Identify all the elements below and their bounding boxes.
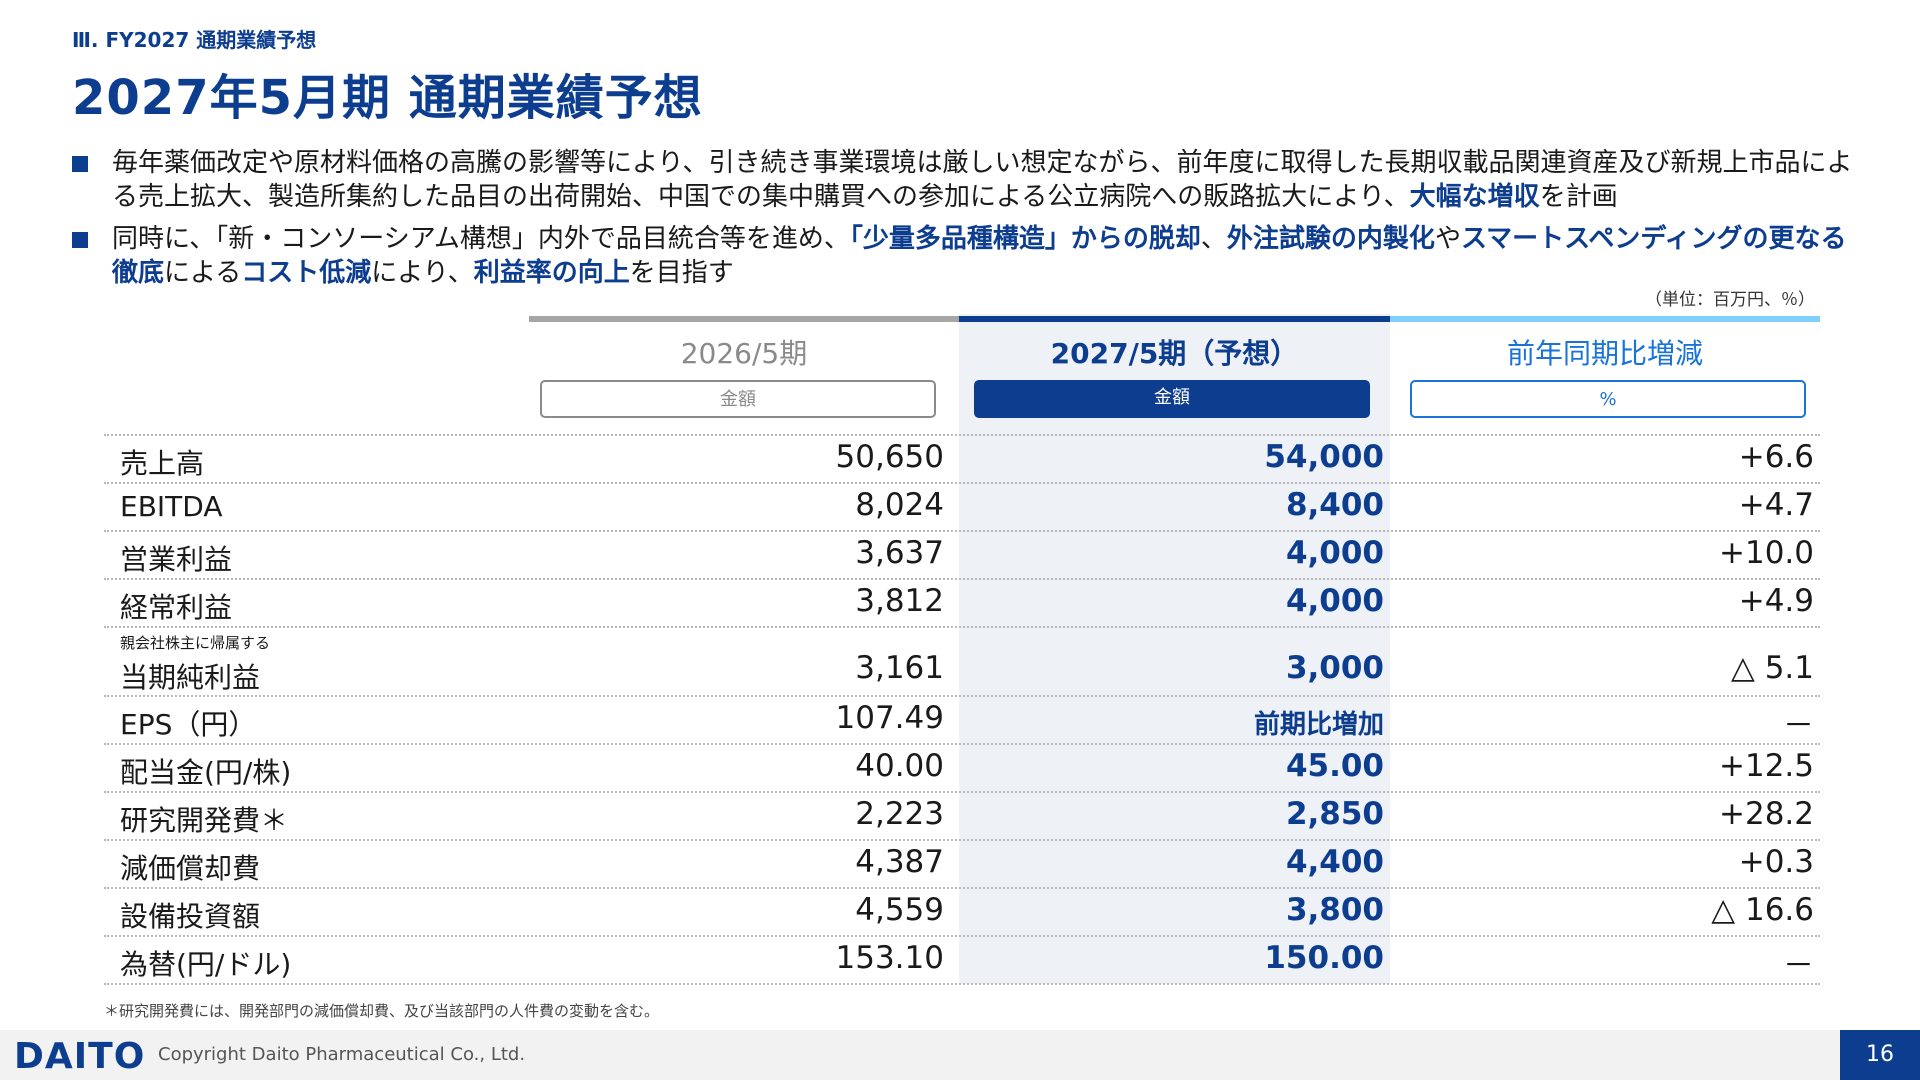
value-prev: 4,387 — [855, 844, 944, 880]
value-prev: 107.49 — [835, 700, 944, 736]
column-header-change: 前年同期比増減 — [1506, 337, 1703, 370]
value-forecast: 4,000 — [1285, 583, 1384, 619]
value-change: △ 5.1 — [1731, 650, 1814, 686]
value-forecast: 4,000 — [1285, 535, 1384, 571]
value-prev: 4,559 — [855, 892, 944, 928]
value-prev: 3,812 — [855, 583, 944, 619]
value-change: +12.5 — [1719, 748, 1814, 784]
pill-percent-change: % — [1410, 380, 1806, 418]
daito-logo: DAITO — [14, 1036, 146, 1077]
value-change: +4.9 — [1738, 583, 1814, 619]
bullet-list: 毎年薬価改定や原材料価格の高騰の影響等により、引き続き事業環境は厳しい想定ながら… — [72, 146, 1862, 298]
row-label: 為替(円/ドル) — [120, 948, 292, 981]
value-change: △ 16.6 — [1711, 892, 1814, 928]
value-forecast: 4,400 — [1285, 844, 1384, 880]
table-row: EPS（円） 107.49 前期比増加 － — [104, 697, 1820, 745]
table-row: 売上高 50,650 54,000 +6.6 — [104, 436, 1820, 484]
value-change: － — [1783, 708, 1814, 744]
table-row: 配当金(円/株) 40.00 45.00 +12.5 — [104, 745, 1820, 793]
column-header-forecast: 2027/5期（予想） — [1050, 337, 1299, 370]
column-bar-prev — [529, 316, 959, 322]
table-row: 設備投資額 4,559 3,800 △ 16.6 — [104, 889, 1820, 937]
table-row: 営業利益 3,637 4,000 +10.0 — [104, 532, 1820, 580]
page-title: 2027年5月期 通期業績予想 — [72, 70, 703, 126]
section-heading: Ⅲ. FY2027 通期業績予想 — [72, 28, 317, 52]
row-label: 営業利益 — [120, 543, 233, 576]
value-forecast: 45.00 — [1285, 748, 1384, 784]
value-forecast: 前期比増加 — [1253, 710, 1384, 740]
row-label: 減価償却費 — [120, 852, 261, 885]
table-row: 為替(円/ドル) 153.10 150.00 － — [104, 937, 1820, 985]
column-bar-forecast — [959, 316, 1390, 322]
row-label: 売上高 — [120, 447, 205, 480]
value-change: － — [1783, 948, 1814, 984]
table-row: 減価償却費 4,387 4,400 +0.3 — [104, 841, 1820, 889]
square-bullet-icon — [72, 232, 88, 248]
value-change: +4.7 — [1738, 487, 1814, 523]
row-label: 当期純利益 — [120, 661, 261, 694]
page-number: 16 — [1840, 1030, 1920, 1080]
pill-amount-forecast: 金額 — [974, 380, 1370, 418]
value-prev: 2,223 — [855, 796, 944, 832]
table-row: 親会社株主に帰属する当期純利益 3,161 3,000 △ 5.1 — [104, 628, 1820, 697]
row-label: 設備投資額 — [120, 900, 261, 933]
value-forecast: 2,850 — [1285, 796, 1384, 832]
value-forecast: 150.00 — [1264, 940, 1384, 976]
row-label-prefix: 親会社株主に帰属する — [120, 634, 271, 652]
value-prev: 50,650 — [835, 439, 944, 475]
value-change: +0.3 — [1738, 844, 1814, 880]
column-header-prev: 2026/5期 — [680, 337, 808, 370]
footer: DAITO Copyright Daito Pharmaceutical Co.… — [0, 1030, 1920, 1080]
copyright: Copyright Daito Pharmaceutical Co., Ltd. — [158, 1044, 526, 1065]
bullet-item: 同時に、「新・コンソーシアム構想」内外で品目統合等を進め、「少量多品種構造」から… — [72, 222, 1862, 290]
value-forecast: 8,400 — [1285, 487, 1384, 523]
value-forecast: 3,800 — [1285, 892, 1384, 928]
column-bar-change — [1390, 316, 1820, 322]
pill-amount-prev: 金額 — [540, 380, 936, 418]
value-forecast: 54,000 — [1264, 439, 1384, 475]
value-prev: 3,161 — [855, 650, 944, 686]
value-prev: 40.00 — [855, 748, 944, 784]
row-label: EPS（円） — [120, 708, 257, 741]
unit-note: （単位：百万円、％） — [1645, 290, 1815, 310]
value-forecast: 3,000 — [1285, 650, 1384, 686]
row-label: 配当金(円/株) — [120, 756, 292, 789]
value-prev: 8,024 — [855, 487, 944, 523]
value-prev: 153.10 — [835, 940, 944, 976]
footnote: ＊研究開発費には、開発部門の減価償却費、及び当該部門の人件費の変動を含む。 — [104, 1002, 660, 1020]
row-label: 経常利益 — [120, 591, 233, 624]
value-prev: 3,637 — [855, 535, 944, 571]
value-change: +28.2 — [1719, 796, 1814, 832]
row-label: EBITDA — [120, 490, 223, 523]
table-row: 経常利益 3,812 4,000 +4.9 — [104, 580, 1820, 628]
table-row: EBITDA 8,024 8,400 +4.7 — [104, 484, 1820, 532]
row-label: 研究開発費＊ — [120, 804, 289, 837]
value-change: +6.6 — [1738, 439, 1814, 475]
bullet-item: 毎年薬価改定や原材料価格の高騰の影響等により、引き続き事業環境は厳しい想定ながら… — [72, 146, 1862, 214]
value-change: +10.0 — [1719, 535, 1814, 571]
table-row: 研究開発費＊ 2,223 2,850 +28.2 — [104, 793, 1820, 841]
square-bullet-icon — [72, 156, 88, 172]
